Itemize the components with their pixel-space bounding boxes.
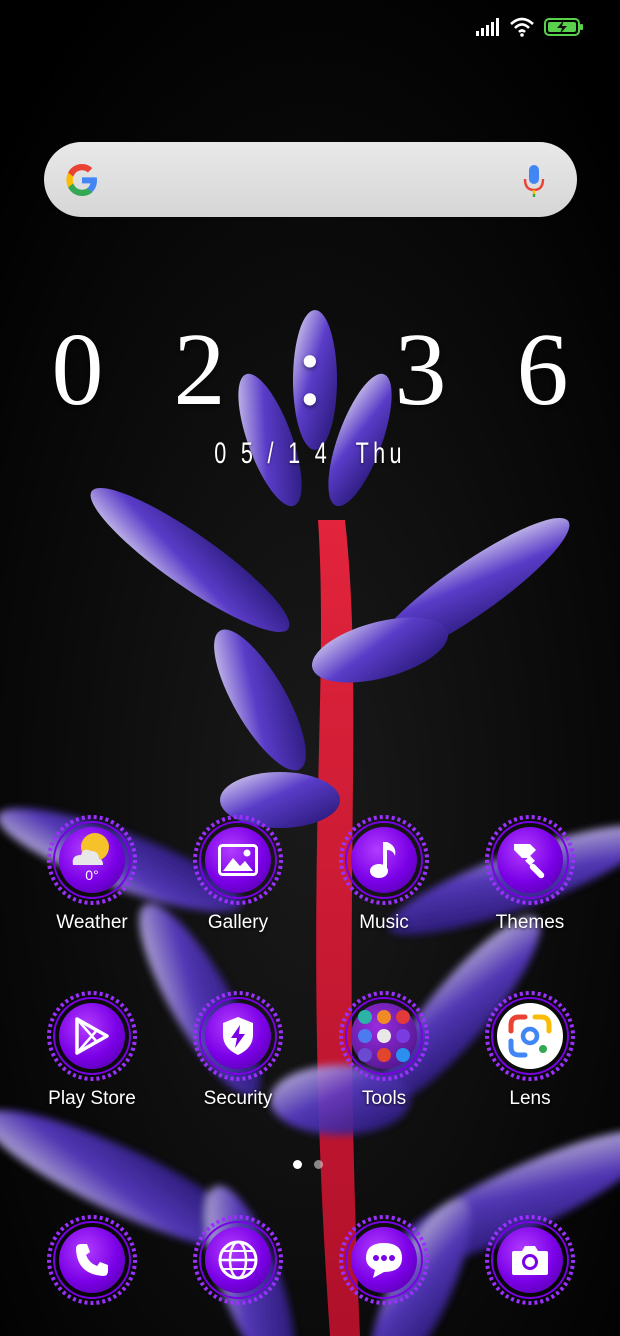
clock-time[interactable]: 0 2 : 3 6 <box>0 318 620 422</box>
app-play-store[interactable]: Play Store <box>27 990 157 1110</box>
dock-phone[interactable] <box>27 1214 157 1306</box>
page-indicator <box>293 1160 323 1169</box>
google-logo-icon <box>66 164 97 196</box>
page-dot-active <box>293 1160 302 1169</box>
app-gallery[interactable]: Gallery <box>173 814 303 934</box>
app-label: Themes <box>495 912 565 933</box>
google-search-bar[interactable] <box>44 142 577 217</box>
chat-bubble-icon <box>366 1243 402 1278</box>
camera-icon <box>512 1246 548 1275</box>
status-bar <box>0 0 620 56</box>
signal-icon <box>476 18 499 36</box>
app-themes[interactable]: Themes <box>465 814 595 934</box>
play-store-icon <box>75 1017 109 1055</box>
dock-browser[interactable] <box>173 1214 303 1306</box>
globe-icon <box>218 1240 258 1280</box>
wifi-icon <box>510 17 534 37</box>
app-label: Play Store <box>48 1088 136 1109</box>
phone-icon <box>76 1244 108 1276</box>
app-label: Weather <box>56 912 128 933</box>
app-weather[interactable]: 0° Weather <box>27 814 157 934</box>
app-security[interactable]: Security <box>173 990 303 1110</box>
date-text: 0 5 / 1 4 <box>214 437 332 470</box>
app-label: Lens <box>509 1088 551 1109</box>
app-music[interactable]: Music <box>319 814 449 934</box>
app-label: Tools <box>361 1088 407 1109</box>
app-label: Gallery <box>207 912 269 933</box>
page-dot <box>314 1160 323 1169</box>
paint-brush-icon <box>514 844 545 879</box>
google-lens-icon <box>508 1014 552 1058</box>
day-text: Thu <box>355 437 406 470</box>
dock-messages[interactable] <box>319 1214 449 1306</box>
app-lens[interactable]: Lens <box>465 990 595 1110</box>
dock-camera[interactable] <box>465 1214 595 1306</box>
app-label: Security <box>203 1088 273 1109</box>
music-note-icon <box>370 842 396 878</box>
shield-icon <box>223 1017 253 1055</box>
battery-charging-icon <box>544 18 583 36</box>
weather-temperature: 0° <box>85 867 99 883</box>
microphone-icon[interactable] <box>523 164 545 198</box>
folder-grid-icon <box>358 1010 410 1062</box>
partly-cloudy-icon <box>72 833 109 865</box>
app-label: Music <box>359 912 409 933</box>
gallery-icon <box>218 844 258 876</box>
clock-date: 0 5 / 1 4 Thu <box>87 437 533 471</box>
app-tools-folder[interactable]: Tools <box>319 990 449 1110</box>
